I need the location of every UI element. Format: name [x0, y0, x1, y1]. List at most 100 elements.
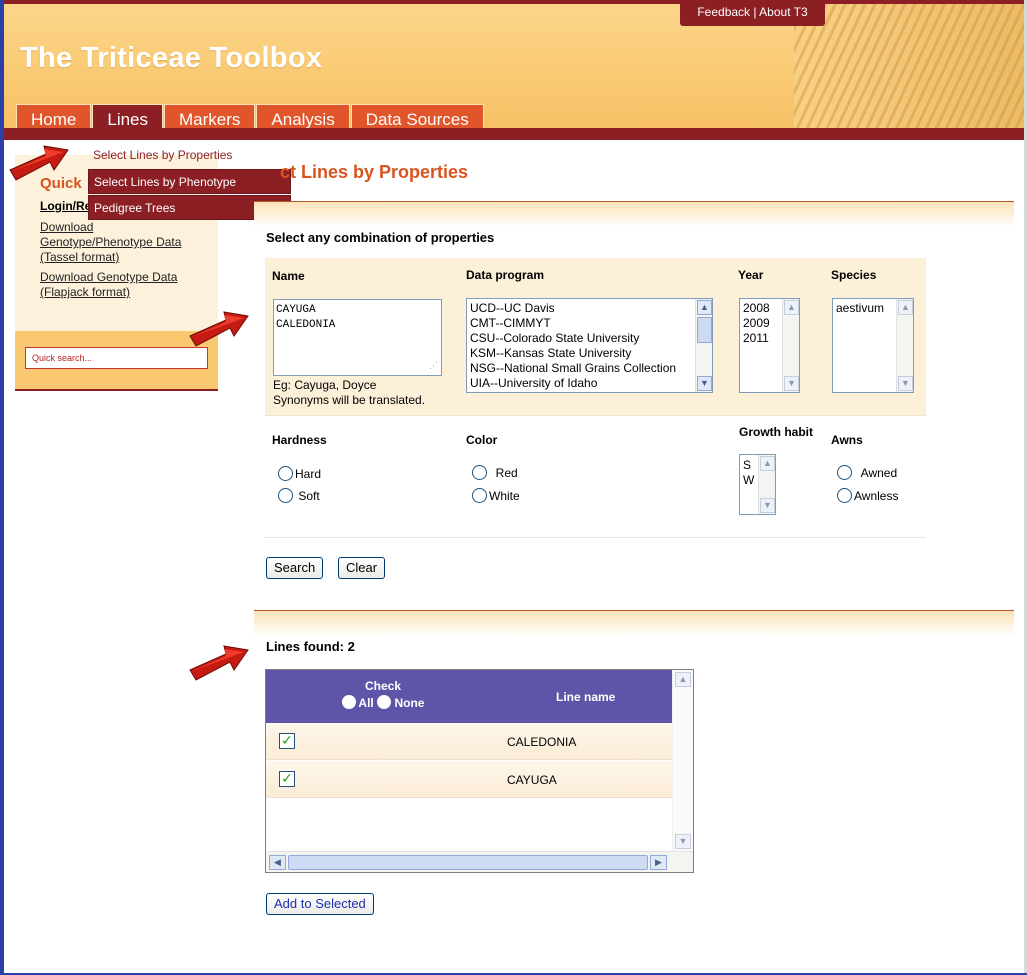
download-flapjack-line-2: (Flapjack format)	[40, 285, 131, 299]
data-program-option[interactable]: CMT--CIMMYT	[467, 316, 712, 331]
site-header: The Triticeae Toolbox Feedback | About T…	[4, 0, 1024, 140]
awns-awnless-option[interactable]: Awnless	[837, 488, 898, 503]
feedback-about-link[interactable]: Feedback | About T3	[680, 4, 825, 26]
name-hint: Eg: Cayuga, Doyce Synonyms will be trans…	[273, 378, 425, 408]
data-program-option[interactable]: UIA--University of Idaho	[467, 376, 712, 391]
results-horizontal-scrollbar[interactable]: ◀ ▶	[266, 851, 693, 872]
section-divider	[254, 201, 1014, 227]
row-line-name: CALEDONIA	[507, 735, 577, 749]
data-program-listbox[interactable]: UCD--UC Davis CMT--CIMMYT CSU--Colorado …	[466, 298, 713, 393]
scroll-down-icon[interactable]: ▼	[675, 834, 691, 849]
download-flapjack-line-1: Download Genotype Data	[40, 270, 178, 284]
name-textarea[interactable]: CAYUGA CALEDONIA ⋰	[273, 299, 442, 376]
download-tassel-line-2: Genotype/Phenotype Data	[40, 235, 182, 249]
site-title: The Triticeae Toolbox	[20, 42, 323, 74]
hardness-hard-label: Hard	[295, 467, 322, 481]
scroll-down-icon[interactable]: ▼	[898, 376, 913, 391]
scroll-down-icon[interactable]: ▼	[784, 376, 799, 391]
wheat-banner-image	[794, 4, 1024, 140]
name-value-line: CALEDONIA	[276, 319, 336, 331]
name-hint-line-2: Synonyms will be translated.	[273, 393, 426, 407]
species-label: Species	[831, 268, 877, 282]
select-none-radio[interactable]	[377, 695, 392, 709]
species-listbox[interactable]: aestivum ▲ ▼	[832, 298, 914, 393]
download-flapjack-link[interactable]: Download Genotype Data (Flapjack format)	[40, 270, 177, 300]
scroll-up-icon[interactable]: ▲	[697, 300, 712, 315]
hardness-label: Hardness	[272, 433, 327, 447]
results-table: Check All None Line name ✓ CALEDONIA ✓ C…	[265, 669, 694, 873]
scroll-up-icon[interactable]: ▲	[675, 672, 691, 687]
scroll-left-icon[interactable]: ◀	[269, 855, 286, 870]
select-none-label: None	[394, 696, 425, 710]
pointer-arrow-icon	[189, 311, 249, 347]
awns-awned-option[interactable]: Awned	[837, 465, 897, 480]
awns-awned-label: Awned	[860, 466, 898, 480]
row-checkbox[interactable]: ✓	[279, 733, 295, 749]
hardness-soft-option[interactable]: Soft	[278, 488, 320, 503]
row-checkbox[interactable]: ✓	[279, 771, 295, 787]
scroll-thumb[interactable]	[697, 317, 712, 343]
radio-button[interactable]	[472, 488, 487, 503]
data-program-option[interactable]: KSM--Kansas State University	[467, 346, 712, 361]
awns-awnless-label: Awnless	[854, 489, 899, 503]
menu-item-select-by-properties[interactable]: Select Lines by Properties	[88, 143, 291, 168]
download-tassel-line-3: (Tassel format)	[40, 250, 120, 264]
form-row-divider	[265, 415, 926, 416]
name-hint-line-1: Eg: Cayuga, Doyce	[273, 378, 377, 392]
species-scrollbar[interactable]: ▲ ▼	[896, 299, 913, 392]
row-line-name: CAYUGA	[507, 773, 557, 787]
scroll-down-icon[interactable]: ▼	[760, 498, 775, 513]
color-white-option[interactable]: White	[472, 488, 520, 503]
year-listbox[interactable]: 2008 2009 2011 ▲ ▼	[739, 298, 800, 393]
horizontal-scroll-thumb[interactable]	[288, 855, 648, 870]
select-all-radio[interactable]	[341, 695, 356, 709]
growth-habit-listbox[interactable]: S W ▲ ▼	[739, 454, 776, 515]
radio-button[interactable]	[472, 465, 487, 480]
growth-habit-label: Growth habit	[739, 425, 813, 439]
menu-item-select-by-phenotype[interactable]: Select Lines by Phenotype	[88, 169, 291, 194]
hardness-hard-option[interactable]: Hard	[278, 466, 321, 481]
growth-habit-scrollbar[interactable]: ▲ ▼	[758, 455, 775, 514]
form-subheading: Select any combination of properties	[266, 230, 495, 245]
pointer-arrow-icon	[189, 645, 249, 681]
data-program-option[interactable]: CSU--Colorado State University	[467, 331, 712, 346]
data-program-label: Data program	[466, 268, 545, 282]
clear-button[interactable]: Clear	[338, 557, 386, 579]
data-program-scrollbar[interactable]: ▲ ▼	[695, 299, 712, 392]
radio-button[interactable]	[837, 465, 852, 480]
awns-label: Awns	[831, 433, 863, 447]
data-program-option[interactable]: NSG--National Small Grains Collection	[467, 361, 712, 376]
color-label: Color	[466, 433, 498, 447]
quick-search-input[interactable]	[25, 347, 208, 369]
scroll-up-icon[interactable]: ▲	[898, 300, 913, 315]
scroll-up-icon[interactable]: ▲	[760, 456, 775, 471]
check-column-header: Check All None	[338, 679, 428, 710]
data-program-option[interactable]: UCD--UC Davis	[467, 301, 712, 316]
sidebar-login-link[interactable]: Login/Re	[40, 199, 91, 213]
table-row: ✓ CAYUGA	[266, 761, 672, 798]
properties-form: Name Data program Year Species CAYUGA CA…	[265, 258, 926, 539]
scroll-right-icon[interactable]: ▶	[650, 855, 667, 870]
year-scrollbar[interactable]: ▲ ▼	[782, 299, 799, 392]
pointer-arrow-icon	[9, 145, 69, 181]
radio-button[interactable]	[837, 488, 852, 503]
add-to-selected-button[interactable]: Add to Selected	[266, 893, 374, 915]
color-white-label: White	[489, 489, 520, 503]
name-label: Name	[272, 269, 305, 283]
scroll-up-icon[interactable]: ▲	[784, 300, 799, 315]
form-bottom-divider	[265, 537, 926, 538]
lines-found-count: Lines found: 2	[266, 639, 355, 654]
color-red-label: Red	[495, 466, 518, 480]
scroll-down-icon[interactable]: ▼	[697, 376, 712, 391]
radio-button[interactable]	[278, 488, 293, 503]
search-button[interactable]: Search	[266, 557, 324, 579]
results-table-header: Check All None Line name	[266, 670, 672, 723]
download-tassel-link[interactable]: Download Genotype/Phenotype Data (Tassel…	[40, 220, 181, 265]
color-red-option[interactable]: Red	[472, 465, 518, 480]
hardness-soft-label: Soft	[298, 489, 320, 503]
resize-grip-icon[interactable]: ⋰	[429, 359, 438, 374]
radio-button[interactable]	[278, 466, 293, 481]
page-title: ct Lines by Properties	[280, 162, 469, 182]
download-tassel-line-1: Download	[40, 220, 94, 234]
results-vertical-scrollbar[interactable]: ▲ ▼	[672, 670, 693, 851]
